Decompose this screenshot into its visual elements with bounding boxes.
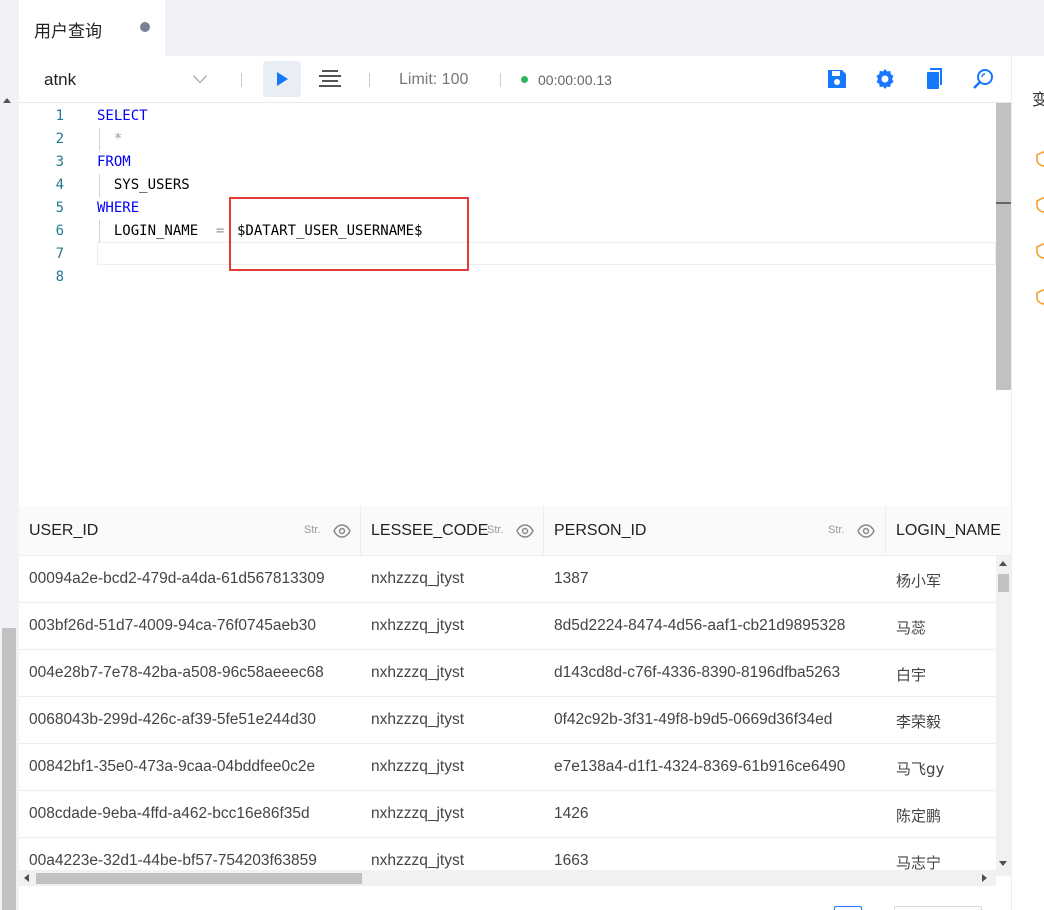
editor-scrollbar-thumb[interactable] bbox=[996, 103, 1011, 390]
table-cell: 白宇 bbox=[896, 666, 927, 684]
variable-icon[interactable] bbox=[1036, 151, 1044, 167]
code-line: 7 bbox=[55, 246, 64, 262]
table-header: USER_ID Str. LESSEE_CODE Str. PERSON_ID … bbox=[19, 506, 1011, 556]
table-cell: nxhzzzq_jtyst bbox=[371, 570, 465, 587]
column-header-lessee-code[interactable]: LESSEE_CODE Str. bbox=[361, 506, 544, 556]
right-side-panel: 变 bbox=[1011, 56, 1044, 910]
sql-editor[interactable]: 1 SELECT 2 * 3 FROM 4 SYS_USERS 5 WHERE … bbox=[19, 103, 1011, 506]
left-gutter bbox=[0, 56, 19, 910]
tab-bar: 用户查询 bbox=[0, 0, 1044, 56]
table-cell: 0f42c92b-3f31-49f8-b9d5-0669d36f34ed bbox=[554, 711, 833, 728]
annotation-highlight-box bbox=[229, 197, 469, 271]
table-horizontal-scrollbar[interactable] bbox=[19, 870, 996, 886]
column-header-person-id[interactable]: PERSON_ID Str. bbox=[544, 506, 886, 556]
editor-toolbar: atnk Limit: 100 00:00:00.13 bbox=[19, 56, 1011, 103]
code-line: 6 LOGIN_NAME = $DATART_USER_USERNAME$ bbox=[19, 220, 996, 243]
scroll-up-arrow-icon[interactable] bbox=[3, 98, 11, 103]
table-cell: 杨小军 bbox=[896, 572, 942, 590]
eye-icon[interactable] bbox=[333, 522, 351, 540]
format-button[interactable] bbox=[319, 70, 341, 88]
table-cell: 008cdade-9eba-4ffd-a462-bcc16e86f35d bbox=[29, 805, 310, 822]
column-header-login-name[interactable]: LOGIN_NAME bbox=[886, 506, 1011, 556]
source-select[interactable]: atnk bbox=[44, 70, 76, 90]
code-line: 1 SELECT bbox=[55, 108, 148, 124]
code-line: 5 WHERE bbox=[55, 200, 140, 216]
table-hscroll-thumb[interactable] bbox=[36, 873, 362, 884]
variable-icon[interactable] bbox=[1036, 243, 1044, 259]
editor-scrollbar[interactable] bbox=[996, 103, 1011, 506]
table-vertical-scrollbar[interactable] bbox=[996, 556, 1011, 876]
code-line: 3 FROM bbox=[55, 154, 131, 170]
chevron-down-icon[interactable] bbox=[192, 68, 208, 84]
eye-icon[interactable] bbox=[857, 522, 875, 540]
left-scrollbar-thumb[interactable] bbox=[2, 628, 16, 910]
table-row[interactable]: 00094a2e-bcd2-479d-a4da-61d567813309 nxhz… bbox=[19, 556, 996, 603]
column-type-label: Str. bbox=[304, 524, 321, 536]
table-cell: 8d5d2224-8474-4d56-aaf1-cb21d9895328 bbox=[554, 617, 846, 634]
table-cell: 004e28b7-7e78-42ba-a508-96c58aeeec68 bbox=[29, 664, 324, 681]
code-line: 4 SYS_USERS bbox=[19, 174, 996, 197]
table-cell: nxhzzzq_jtyst bbox=[371, 711, 465, 728]
execution-duration: 00:00:00.13 bbox=[538, 72, 612, 88]
query-editor-panel: atnk Limit: 100 00:00:00.13 1 SELECT 2 *… bbox=[19, 56, 1011, 910]
table-cell: 马飞gy bbox=[896, 760, 945, 778]
unsaved-dot-icon[interactable] bbox=[140, 22, 150, 32]
cursor-position-marker bbox=[996, 202, 1011, 204]
table-row[interactable]: 0068043b-299d-426c-af39-5fe51e244d30 nxhz… bbox=[19, 697, 996, 744]
pagination-size-select[interactable] bbox=[894, 906, 982, 910]
limit-selector[interactable]: Limit: 100 bbox=[399, 71, 468, 89]
settings-icon[interactable] bbox=[873, 67, 897, 91]
table-cell: 0068043b-299d-426c-af39-5fe51e244d30 bbox=[29, 711, 316, 728]
eye-icon[interactable] bbox=[516, 522, 534, 540]
table-cell: nxhzzzq_jtyst bbox=[371, 758, 465, 775]
table-cell: 马蕊 bbox=[896, 619, 927, 637]
right-panel-title[interactable]: 变 bbox=[1032, 86, 1044, 110]
table-row[interactable]: 008cdade-9eba-4ffd-a462-bcc16e86f35d nxhz… bbox=[19, 791, 996, 838]
variable-icon[interactable] bbox=[1036, 289, 1044, 305]
table-cell: 陈定鹏 bbox=[896, 807, 942, 825]
divider bbox=[500, 73, 501, 87]
results-table: USER_ID Str. LESSEE_CODE Str. PERSON_ID … bbox=[19, 506, 1011, 910]
tab-user-query[interactable]: 用户查询 bbox=[19, 0, 165, 56]
table-cell: 李荣毅 bbox=[896, 713, 942, 731]
table-row[interactable]: 003bf26d-51d7-4009-94ca-76f0745aeb30 nxhz… bbox=[19, 603, 996, 650]
column-header-user-id[interactable]: USER_ID Str. bbox=[19, 506, 361, 556]
table-cell: nxhzzzq_jtyst bbox=[371, 805, 465, 822]
scroll-up-arrow-icon[interactable] bbox=[999, 561, 1007, 566]
copy-icon[interactable] bbox=[922, 67, 946, 91]
save-icon[interactable] bbox=[825, 67, 849, 91]
status-success-icon bbox=[521, 76, 528, 83]
table-row[interactable]: 00842bf1-35e0-473a-9caa-04bddfee0c2e nxhz… bbox=[19, 744, 996, 791]
column-type-label: Str. bbox=[487, 524, 504, 536]
table-cell: 00842bf1-35e0-473a-9caa-04bddfee0c2e bbox=[29, 758, 316, 775]
table-cell: 003bf26d-51d7-4009-94ca-76f0745aeb30 bbox=[29, 617, 316, 634]
table-cell: d143cd8d-c76f-4336-8390-8196dfba5263 bbox=[554, 664, 841, 681]
scroll-left-arrow-icon[interactable] bbox=[24, 874, 29, 882]
divider bbox=[369, 73, 370, 87]
code-line: 2 * bbox=[19, 128, 996, 151]
search-icon[interactable] bbox=[971, 67, 995, 91]
divider bbox=[241, 73, 242, 87]
variable-icon[interactable] bbox=[1036, 197, 1044, 213]
table-cell: e7e138a4-d1f1-4324-8369-61b916ce6490 bbox=[554, 758, 846, 775]
table-cell: nxhzzzq_jtyst bbox=[371, 664, 465, 681]
run-button[interactable] bbox=[263, 61, 301, 97]
tab-title: 用户查询 bbox=[34, 22, 102, 42]
scroll-down-arrow-icon[interactable] bbox=[999, 861, 1007, 866]
scroll-right-arrow-icon[interactable] bbox=[982, 874, 987, 882]
table-vscroll-thumb[interactable] bbox=[998, 574, 1009, 592]
pagination-current-page[interactable] bbox=[834, 906, 862, 910]
table-cell: 1426 bbox=[554, 805, 589, 822]
table-cell: 00094a2e-bcd2-479d-a4da-61d567813309 bbox=[29, 570, 325, 587]
table-cell: 1663 bbox=[554, 852, 589, 869]
table-cell: nxhzzzq_jtyst bbox=[371, 852, 465, 869]
table-row[interactable]: 004e28b7-7e78-42ba-a508-96c58aeeec68 nxhz… bbox=[19, 650, 996, 697]
table-cell: 1387 bbox=[554, 570, 589, 587]
column-type-label: Str. bbox=[828, 524, 845, 536]
code-line: 8 bbox=[55, 269, 64, 285]
table-cell: 00a4223e-32d1-44be-bf57-754203f63859 bbox=[29, 852, 317, 869]
table-cell: nxhzzzq_jtyst bbox=[371, 617, 465, 634]
